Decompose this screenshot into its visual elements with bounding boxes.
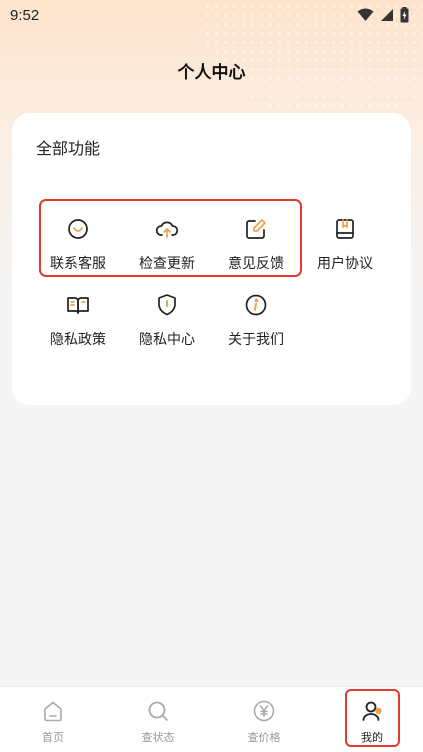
battery-icon bbox=[400, 7, 409, 23]
info-icon bbox=[245, 294, 267, 316]
user-agreement-item[interactable]: 用户协议 bbox=[300, 217, 390, 287]
open-book-icon bbox=[67, 297, 89, 314]
card-title: 全部功能 bbox=[36, 139, 101, 158]
status-icons bbox=[357, 7, 409, 23]
about-us-item[interactable]: 关于我们 bbox=[211, 293, 301, 363]
nav-label: 查状态 bbox=[141, 731, 175, 744]
privacy-policy-item[interactable]: 隐私政策 bbox=[33, 293, 123, 363]
grid-item-label: 隐私政策 bbox=[50, 332, 106, 348]
annotation-highlight-box-nav bbox=[345, 689, 400, 747]
page-title: 个人中心 bbox=[177, 63, 246, 83]
nav-label: 首页 bbox=[42, 731, 64, 744]
nav-item-status[interactable]: 查状态 bbox=[108, 687, 208, 752]
wifi-icon bbox=[357, 8, 374, 21]
status-time: 9:52 bbox=[10, 6, 40, 24]
bookmark-book-icon bbox=[336, 219, 354, 239]
grid-item-label: 隐私中心 bbox=[139, 332, 195, 348]
nav-item-price[interactable]: 查价格 bbox=[214, 687, 314, 752]
search-icon bbox=[148, 701, 168, 721]
grid-item-label: 用户协议 bbox=[317, 256, 373, 272]
privacy-center-item[interactable]: 隐私中心 bbox=[122, 293, 212, 363]
signal-icon bbox=[381, 9, 393, 21]
nav-item-home[interactable]: 首页 bbox=[3, 687, 103, 752]
home-icon bbox=[44, 701, 62, 722]
yen-icon bbox=[253, 700, 275, 722]
grid-item-label: 关于我们 bbox=[228, 332, 284, 348]
status-bar: 9:52 bbox=[0, 0, 423, 30]
nav-label: 查价格 bbox=[247, 731, 281, 744]
annotation-highlight-box bbox=[39, 199, 302, 277]
shield-icon bbox=[158, 294, 176, 316]
